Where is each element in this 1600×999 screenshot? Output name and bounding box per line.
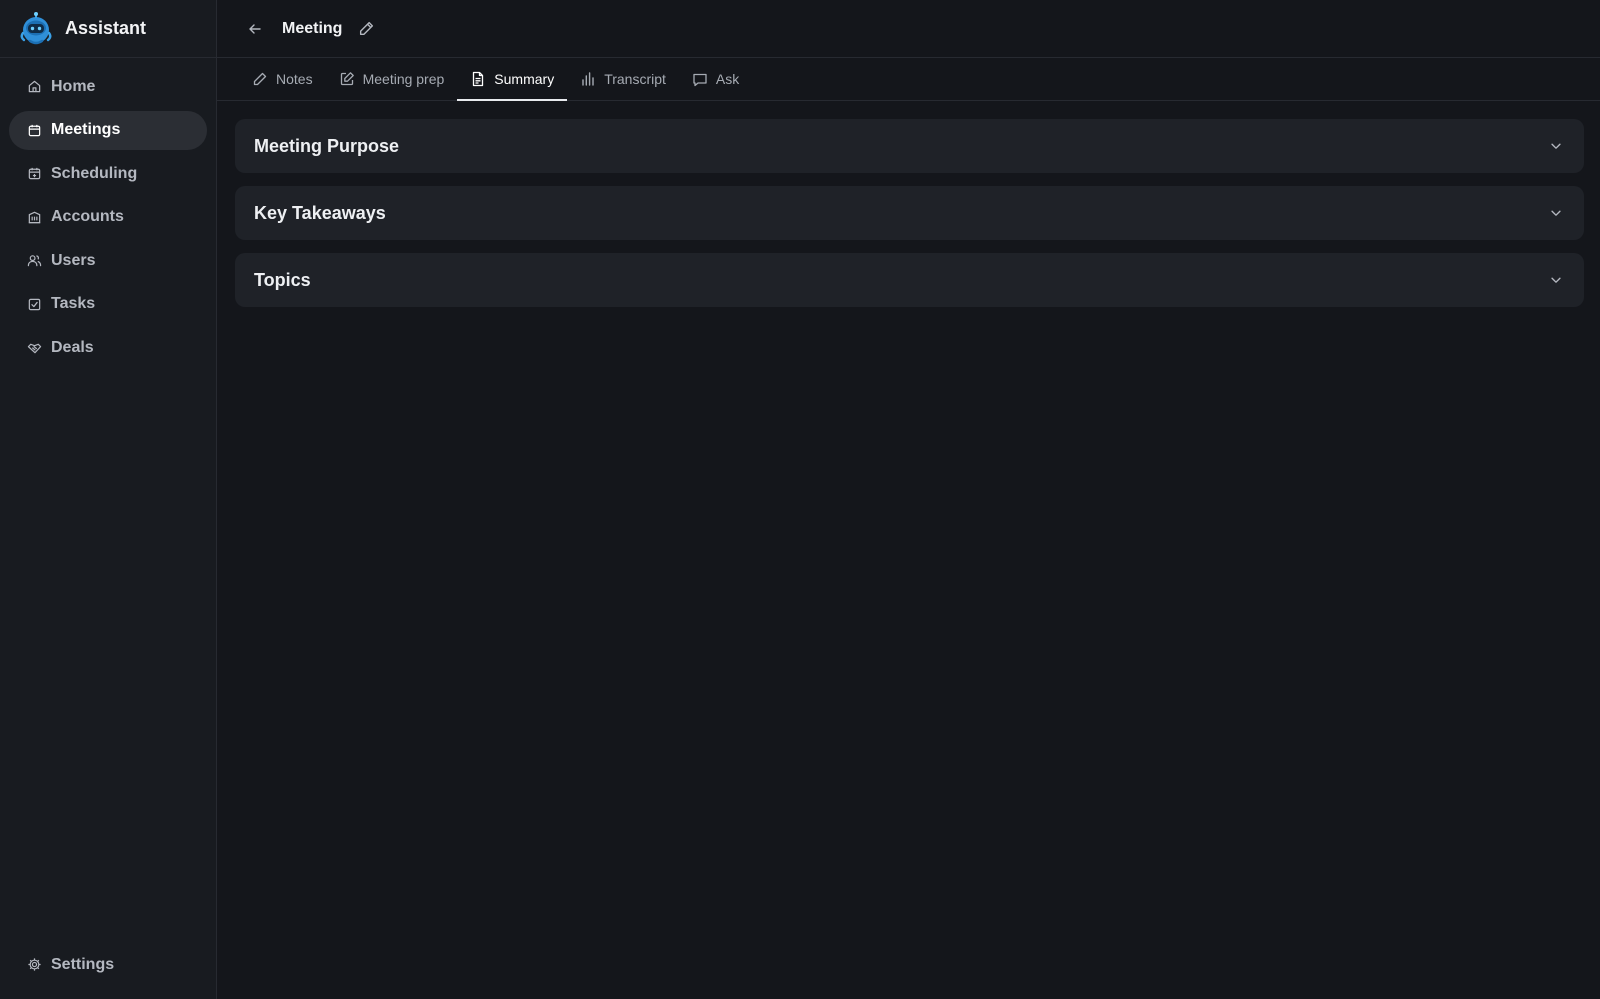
tab-notes[interactable]: Notes bbox=[239, 58, 326, 100]
app-name: Assistant bbox=[65, 18, 147, 38]
edit-square-icon bbox=[339, 71, 355, 87]
section-title: Key Takeaways bbox=[254, 202, 386, 223]
section-title: Meeting Purpose bbox=[254, 135, 400, 156]
sidebar-item-accounts[interactable]: Accounts bbox=[9, 198, 207, 237]
tab-label: Notes bbox=[276, 71, 313, 87]
sidebar-item-label: Tasks bbox=[51, 295, 96, 313]
sidebar-item-label: Users bbox=[51, 251, 96, 269]
handshake-icon bbox=[26, 340, 42, 356]
tab-bar: Notes Meeting prep Summary Transcript As… bbox=[217, 58, 1600, 101]
sidebar-item-home[interactable]: Home bbox=[9, 67, 207, 106]
back-arrow-icon[interactable] bbox=[244, 18, 266, 40]
document-icon bbox=[470, 71, 486, 87]
sidebar-item-tasks[interactable]: Tasks bbox=[9, 285, 207, 324]
section-meeting-purpose[interactable]: Meeting Purpose bbox=[235, 119, 1584, 173]
sidebar-item-label: Home bbox=[51, 77, 96, 95]
tab-meeting-prep[interactable]: Meeting prep bbox=[326, 58, 458, 100]
tab-label: Meeting prep bbox=[362, 71, 445, 87]
settings-section: Settings bbox=[9, 945, 207, 989]
bar-chart-icon bbox=[580, 71, 596, 87]
users-icon bbox=[26, 253, 42, 269]
chevron-down-icon bbox=[1548, 138, 1564, 154]
sidebar-item-label: Deals bbox=[51, 339, 94, 357]
sidebar-item-label: Settings bbox=[51, 955, 115, 973]
calendar-plus-icon bbox=[26, 166, 42, 182]
tab-label: Summary bbox=[494, 71, 555, 87]
chat-icon bbox=[692, 71, 708, 87]
brand[interactable]: Assistant bbox=[0, 0, 216, 58]
sidebar-item-label: Scheduling bbox=[51, 164, 138, 182]
page-header: Meeting bbox=[217, 0, 1600, 58]
sidebar-item-deals[interactable]: Deals bbox=[9, 329, 207, 368]
sidebar-item-meetings[interactable]: Meetings bbox=[9, 110, 207, 150]
section-topics[interactable]: Topics bbox=[235, 253, 1584, 307]
sidebar-item-label: Accounts bbox=[51, 208, 124, 226]
section-title: Topics bbox=[254, 269, 311, 290]
sidebar: Assistant Home Meetings Scheduling Accou… bbox=[0, 0, 217, 999]
tab-label: Transcript bbox=[604, 71, 666, 87]
edit-pencil-icon[interactable] bbox=[356, 19, 376, 39]
tab-label: Ask bbox=[715, 71, 740, 87]
gear-icon bbox=[26, 957, 42, 973]
pencil-icon bbox=[252, 71, 268, 87]
section-key-takeaways[interactable]: Key Takeaways bbox=[235, 186, 1584, 240]
calendar-icon bbox=[26, 122, 42, 138]
app-root: Assistant Home Meetings Scheduling Accou… bbox=[0, 0, 1600, 999]
tab-summary[interactable]: Summary bbox=[457, 58, 568, 101]
tab-ask[interactable]: Ask bbox=[679, 58, 752, 100]
summary-content: Meeting Purpose Key Takeaways Topics bbox=[217, 101, 1600, 320]
main-panel: Meeting Notes Meeting prep Summary Trans… bbox=[217, 0, 1600, 999]
sidebar-item-users[interactable]: Users bbox=[9, 241, 207, 280]
home-icon bbox=[26, 79, 42, 95]
sidebar-item-scheduling[interactable]: Scheduling bbox=[9, 154, 207, 193]
sidebar-item-label: Meetings bbox=[51, 121, 121, 139]
building-icon bbox=[26, 209, 42, 225]
tab-transcript[interactable]: Transcript bbox=[567, 58, 679, 100]
page-title: Meeting bbox=[282, 19, 343, 37]
robot-logo-icon bbox=[20, 11, 52, 44]
chevron-down-icon bbox=[1548, 205, 1564, 221]
checkbox-icon bbox=[26, 296, 42, 312]
chevron-down-icon bbox=[1548, 272, 1564, 288]
sidebar-item-settings[interactable]: Settings bbox=[9, 945, 207, 984]
sidebar-nav: Home Meetings Scheduling Accounts Users … bbox=[0, 58, 216, 368]
